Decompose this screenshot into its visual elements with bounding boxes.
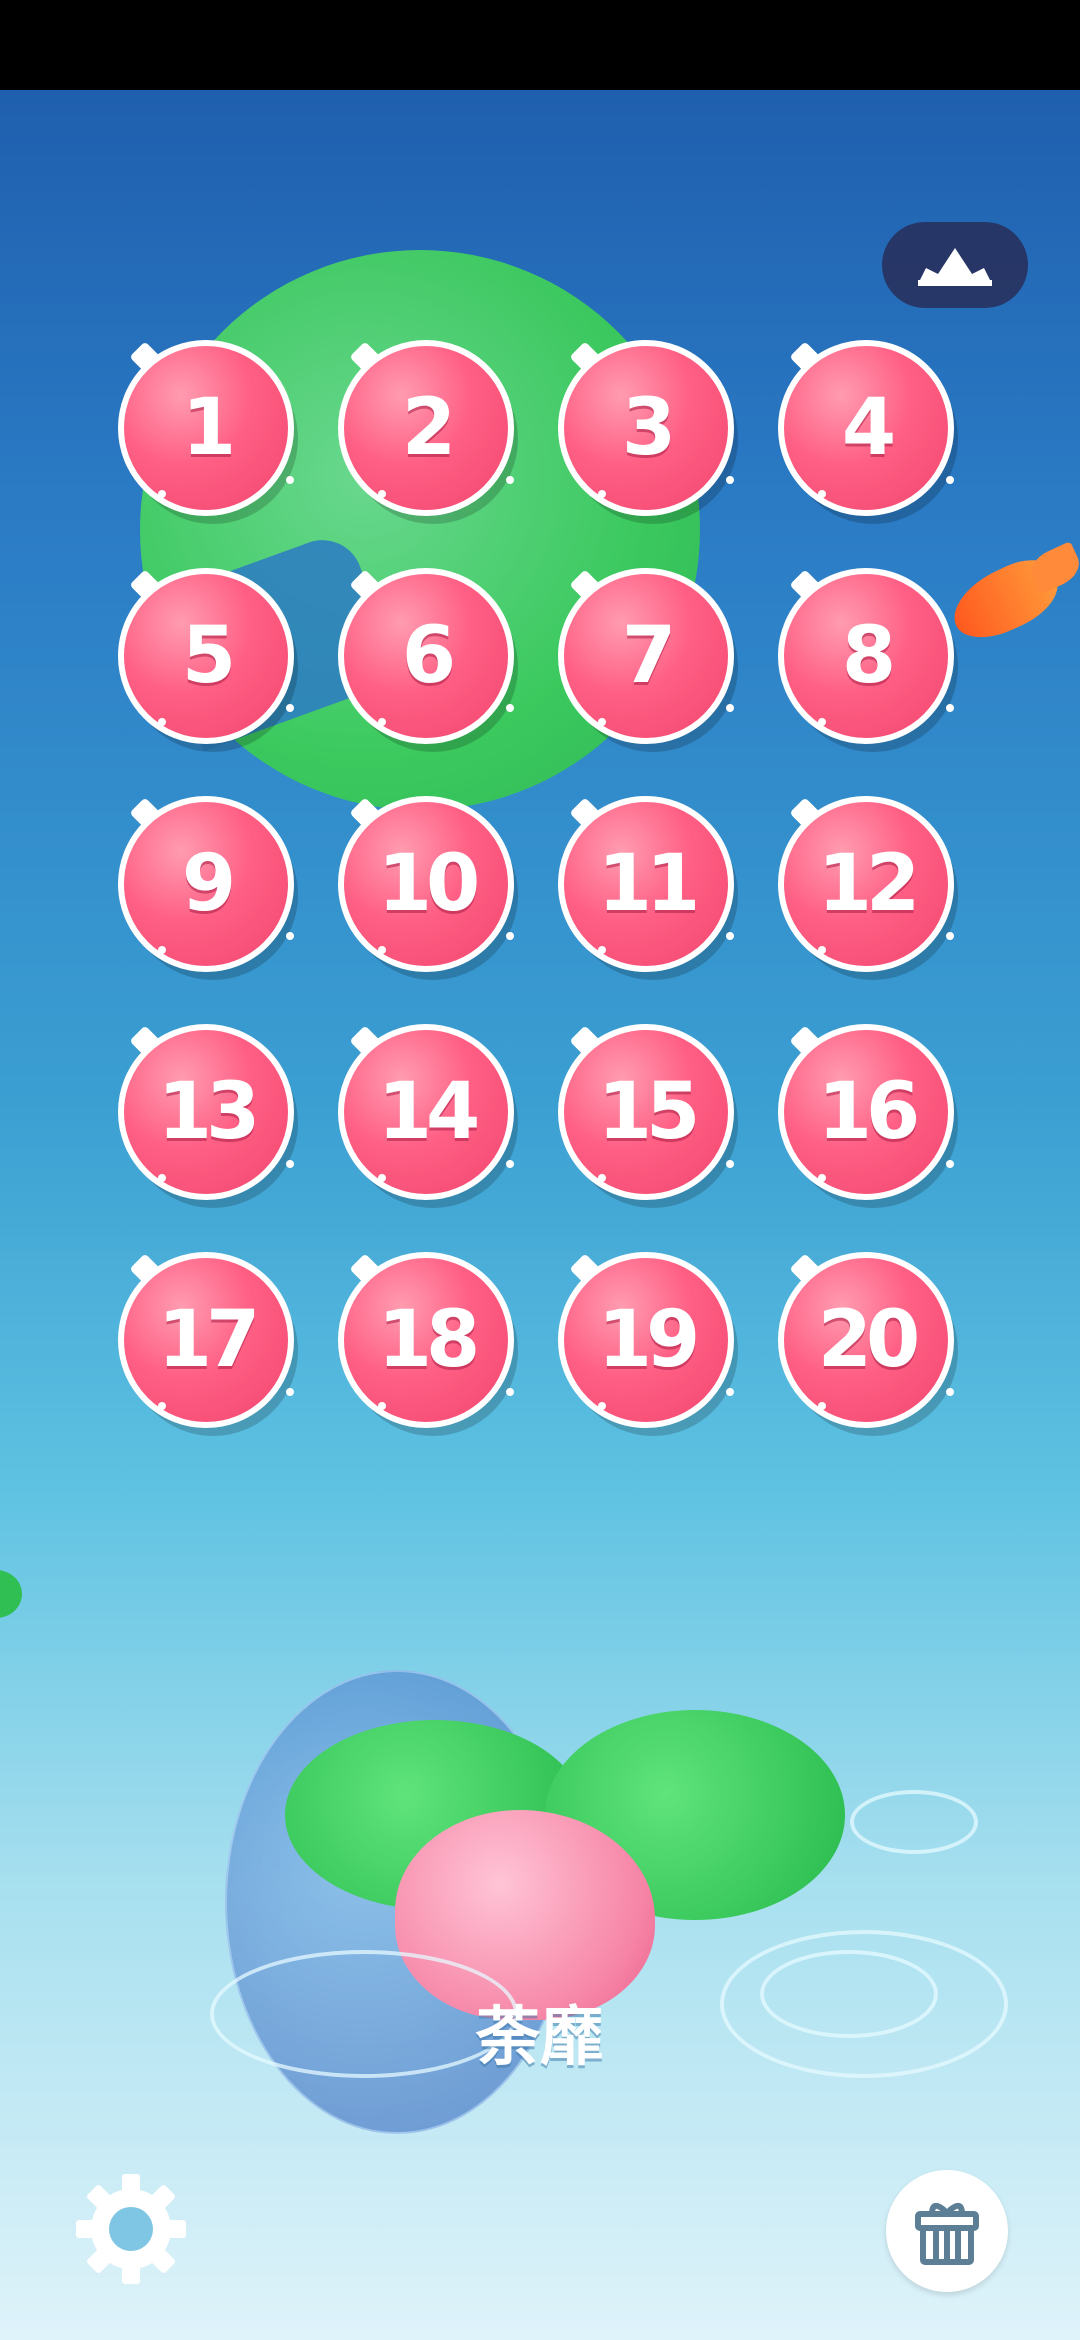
flower-name: 荼靡 bbox=[476, 2001, 604, 2075]
level-number: 3 bbox=[621, 383, 676, 473]
settings-button[interactable] bbox=[72, 2170, 190, 2288]
sparkle-dot bbox=[818, 1402, 826, 1410]
sparkle-dot bbox=[726, 1388, 734, 1396]
sparkle-dot bbox=[506, 1388, 514, 1396]
level-button[interactable]: 17 bbox=[118, 1252, 298, 1436]
level-number: 7 bbox=[621, 611, 676, 701]
level-button[interactable]: 10 bbox=[338, 796, 518, 980]
level-number: 15 bbox=[597, 1067, 701, 1157]
sparkle-dot bbox=[158, 718, 166, 726]
level-number: 1 bbox=[181, 383, 236, 473]
level-number: 5 bbox=[181, 611, 236, 701]
sparkle-dot bbox=[946, 1388, 954, 1396]
level-number: 10 bbox=[377, 839, 481, 929]
sparkle-dot bbox=[598, 718, 606, 726]
level-number: 6 bbox=[401, 611, 456, 701]
level-number: 14 bbox=[377, 1067, 481, 1157]
sparkle-dot bbox=[378, 718, 386, 726]
level-button[interactable]: 16 bbox=[778, 1024, 958, 1208]
level-button[interactable]: 13 bbox=[118, 1024, 298, 1208]
sparkle-dot bbox=[726, 704, 734, 712]
sparkle-dot bbox=[946, 932, 954, 940]
gift-box-button[interactable] bbox=[886, 2170, 1008, 2292]
sparkle-dot bbox=[598, 946, 606, 954]
sparkle-dot bbox=[378, 946, 386, 954]
level-number: 9 bbox=[181, 839, 236, 929]
level-button[interactable]: 7 bbox=[558, 568, 738, 752]
small-lilypad bbox=[0, 1570, 22, 1618]
level-button[interactable]: 4 bbox=[778, 340, 958, 524]
level-button[interactable]: 12 bbox=[778, 796, 958, 980]
level-button[interactable]: 6 bbox=[338, 568, 518, 752]
level-button[interactable]: 9 bbox=[118, 796, 298, 980]
crown-icon bbox=[918, 248, 992, 286]
level-button[interactable]: 3 bbox=[558, 340, 738, 524]
level-button[interactable]: 14 bbox=[338, 1024, 518, 1208]
level-number: 19 bbox=[597, 1295, 701, 1385]
sparkle-dot bbox=[726, 1160, 734, 1168]
level-grid: 1 2 3 4 5 6 7 8 9 10 11 12 13 14 15 16 17 18 19 20 bbox=[118, 340, 968, 1436]
water-ripple bbox=[850, 1790, 978, 1854]
level-button[interactable]: 1 bbox=[118, 340, 298, 524]
gear-icon bbox=[76, 2174, 186, 2284]
featured-flower-display bbox=[215, 1670, 875, 2190]
sparkle-dot bbox=[286, 476, 294, 484]
level-number: 17 bbox=[157, 1295, 261, 1385]
sparkle-dot bbox=[506, 476, 514, 484]
sparkle-dot bbox=[598, 490, 606, 498]
level-number: 16 bbox=[817, 1067, 921, 1157]
sparkle-dot bbox=[158, 946, 166, 954]
sparkle-dot bbox=[158, 1174, 166, 1182]
sparkle-dot bbox=[598, 1402, 606, 1410]
sparkle-dot bbox=[506, 704, 514, 712]
gift-box-icon bbox=[915, 2202, 979, 2265]
sparkle-dot bbox=[818, 490, 826, 498]
sparkle-dot bbox=[946, 476, 954, 484]
sparkle-dot bbox=[818, 946, 826, 954]
sparkle-dot bbox=[726, 932, 734, 940]
level-button[interactable]: 8 bbox=[778, 568, 958, 752]
level-button[interactable]: 19 bbox=[558, 1252, 738, 1436]
sparkle-dot bbox=[598, 1174, 606, 1182]
sparkle-dot bbox=[506, 1160, 514, 1168]
level-button[interactable]: 18 bbox=[338, 1252, 518, 1436]
sparkle-dot bbox=[158, 490, 166, 498]
sparkle-dot bbox=[506, 932, 514, 940]
sparkle-dot bbox=[726, 476, 734, 484]
level-button[interactable]: 2 bbox=[338, 340, 518, 524]
sparkle-dot bbox=[286, 704, 294, 712]
sparkle-dot bbox=[946, 704, 954, 712]
level-number: 2 bbox=[401, 383, 456, 473]
sparkle-dot bbox=[286, 932, 294, 940]
status-bar bbox=[0, 0, 1080, 90]
level-button[interactable]: 15 bbox=[558, 1024, 738, 1208]
crown-button[interactable] bbox=[882, 222, 1028, 308]
level-button[interactable]: 20 bbox=[778, 1252, 958, 1436]
level-number: 4 bbox=[841, 383, 896, 473]
sparkle-dot bbox=[158, 1402, 166, 1410]
sparkle-dot bbox=[818, 1174, 826, 1182]
sparkle-dot bbox=[946, 1160, 954, 1168]
level-number: 8 bbox=[841, 611, 896, 701]
sparkle-dot bbox=[286, 1388, 294, 1396]
sparkle-dot bbox=[286, 1160, 294, 1168]
level-button[interactable]: 11 bbox=[558, 796, 738, 980]
sparkle-dot bbox=[378, 1174, 386, 1182]
level-number: 20 bbox=[817, 1295, 921, 1385]
level-number: 12 bbox=[817, 839, 921, 929]
sparkle-dot bbox=[378, 1402, 386, 1410]
level-number: 11 bbox=[597, 839, 701, 929]
level-number: 13 bbox=[157, 1067, 261, 1157]
sparkle-dot bbox=[378, 490, 386, 498]
level-button[interactable]: 5 bbox=[118, 568, 298, 752]
level-number: 18 bbox=[377, 1295, 481, 1385]
sparkle-dot bbox=[818, 718, 826, 726]
